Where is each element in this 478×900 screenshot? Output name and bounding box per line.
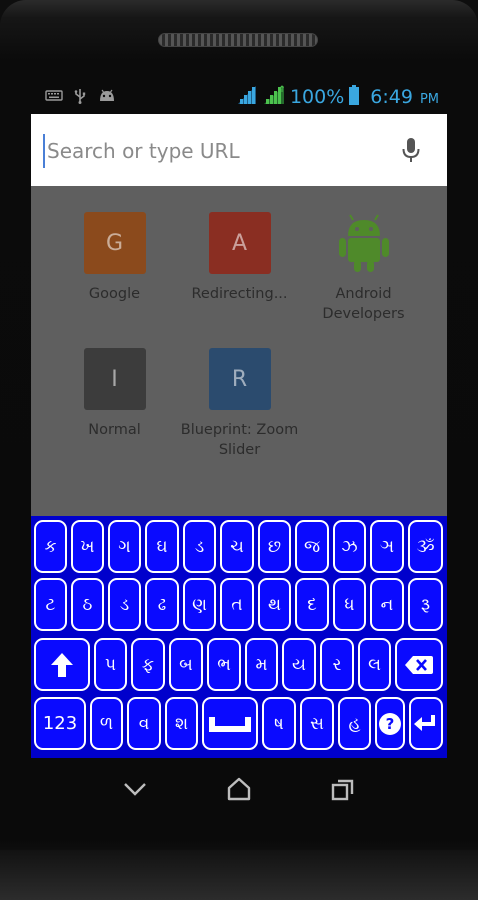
key[interactable]: થ bbox=[258, 578, 291, 631]
key[interactable]: ન bbox=[370, 578, 404, 631]
key[interactable]: ઝ bbox=[333, 520, 366, 573]
android-debug-icon bbox=[97, 88, 117, 108]
key[interactable]: ણ bbox=[183, 578, 216, 631]
help-key[interactable]: ? bbox=[375, 697, 405, 750]
usb-icon bbox=[73, 88, 87, 108]
navigation-bar bbox=[0, 758, 478, 820]
status-bar: 100% 6:49 PM bbox=[31, 84, 447, 112]
tile-thumbnail: G bbox=[83, 212, 146, 274]
android-logo-icon bbox=[333, 212, 395, 274]
gujarati-keyboard: ક ખ ગ ઘ ડ ચ છ જ ઝ ઞ ૐ ટ ઠ ડ ઢ ણ ત થ દ ધ … bbox=[31, 516, 447, 758]
battery-percent: 100% bbox=[289, 86, 345, 108]
microphone-icon[interactable] bbox=[401, 136, 421, 166]
tile-label: Google bbox=[88, 286, 141, 302]
key[interactable]: છ bbox=[258, 520, 291, 573]
tile-android-developers[interactable]: Android Developers bbox=[301, 212, 426, 324]
battery-icon bbox=[348, 84, 360, 110]
tile-thumbnail: R bbox=[208, 348, 271, 410]
key[interactable]: મ bbox=[245, 638, 278, 691]
space-bar-icon bbox=[209, 716, 251, 732]
numeric-mode-key[interactable]: 123 bbox=[34, 697, 86, 750]
key[interactable]: ય bbox=[282, 638, 316, 691]
back-icon[interactable] bbox=[120, 776, 150, 802]
key[interactable]: બ bbox=[169, 638, 203, 691]
backspace-icon bbox=[405, 655, 433, 674]
tile-normal[interactable]: I Normal bbox=[52, 348, 177, 440]
key[interactable]: ફ bbox=[131, 638, 165, 691]
clock-ampm: PM bbox=[419, 91, 439, 107]
key[interactable]: રૂ bbox=[408, 578, 443, 631]
enter-arrow-icon bbox=[414, 714, 435, 731]
key[interactable]: ડ bbox=[108, 578, 141, 631]
key[interactable]: ઘ bbox=[145, 520, 179, 573]
keyboard-icon bbox=[45, 88, 63, 108]
key[interactable]: શ bbox=[165, 697, 198, 750]
tile-google[interactable]: G Google bbox=[52, 212, 177, 304]
key[interactable]: ધ bbox=[333, 578, 366, 631]
phone-frame: 100% 6:49 PM G Google A Redirecting... bbox=[0, 0, 478, 900]
key[interactable]: ઞ bbox=[370, 520, 404, 573]
enter-key[interactable] bbox=[409, 697, 443, 750]
help-icon: ? bbox=[379, 712, 401, 735]
key[interactable]: ઢ bbox=[145, 578, 179, 631]
space-key[interactable] bbox=[202, 697, 258, 750]
phone-bottom-bezel bbox=[0, 850, 478, 900]
tile-thumbnail: A bbox=[208, 212, 271, 274]
key[interactable]: સ bbox=[300, 697, 334, 750]
home-icon[interactable] bbox=[224, 776, 254, 802]
key[interactable]: ઠ bbox=[71, 578, 104, 631]
tile-thumbnail: I bbox=[83, 348, 146, 410]
key[interactable]: દ bbox=[295, 578, 329, 631]
shift-key[interactable] bbox=[34, 638, 90, 691]
key[interactable]: ર bbox=[320, 638, 354, 691]
clock-time: 6:49 bbox=[370, 86, 413, 108]
key[interactable]: ભ bbox=[207, 638, 241, 691]
key[interactable]: ૐ bbox=[408, 520, 443, 573]
tile-blueprint-zoom-slider[interactable]: R Blueprint: Zoom Slider bbox=[177, 348, 302, 460]
tile-label: Redirecting... bbox=[191, 286, 288, 302]
tile-label: Blueprint: Zoom Slider bbox=[180, 422, 299, 458]
shift-arrow-icon bbox=[51, 652, 73, 677]
key[interactable]: પ bbox=[94, 638, 127, 691]
key[interactable]: ડ bbox=[183, 520, 216, 573]
cell-signal-icon bbox=[262, 84, 286, 110]
tile-label: Normal bbox=[88, 422, 141, 438]
key[interactable]: હ bbox=[338, 697, 371, 750]
key[interactable]: ચ bbox=[220, 520, 254, 573]
browser-screen: G Google A Redirecting... Android Develo… bbox=[31, 114, 447, 758]
key[interactable]: વ bbox=[127, 697, 161, 750]
wifi-signal-icon bbox=[236, 84, 258, 110]
key[interactable]: ખ bbox=[71, 520, 104, 573]
url-input[interactable] bbox=[43, 134, 387, 168]
url-bar bbox=[31, 114, 447, 186]
tile-redirecting[interactable]: A Redirecting... bbox=[177, 212, 302, 304]
speaker-grille bbox=[158, 33, 318, 47]
key[interactable]: ટ bbox=[34, 578, 67, 631]
key[interactable]: ળ bbox=[90, 697, 123, 750]
key[interactable]: લ bbox=[358, 638, 391, 691]
key[interactable]: ગ bbox=[108, 520, 141, 573]
key[interactable]: ક bbox=[34, 520, 67, 573]
key[interactable]: ત bbox=[220, 578, 254, 631]
backspace-key[interactable] bbox=[395, 638, 443, 691]
recents-icon[interactable] bbox=[328, 776, 358, 802]
key[interactable]: જ bbox=[295, 520, 329, 573]
tile-label: Android Developers bbox=[322, 286, 405, 322]
key[interactable]: ષ bbox=[262, 697, 296, 750]
